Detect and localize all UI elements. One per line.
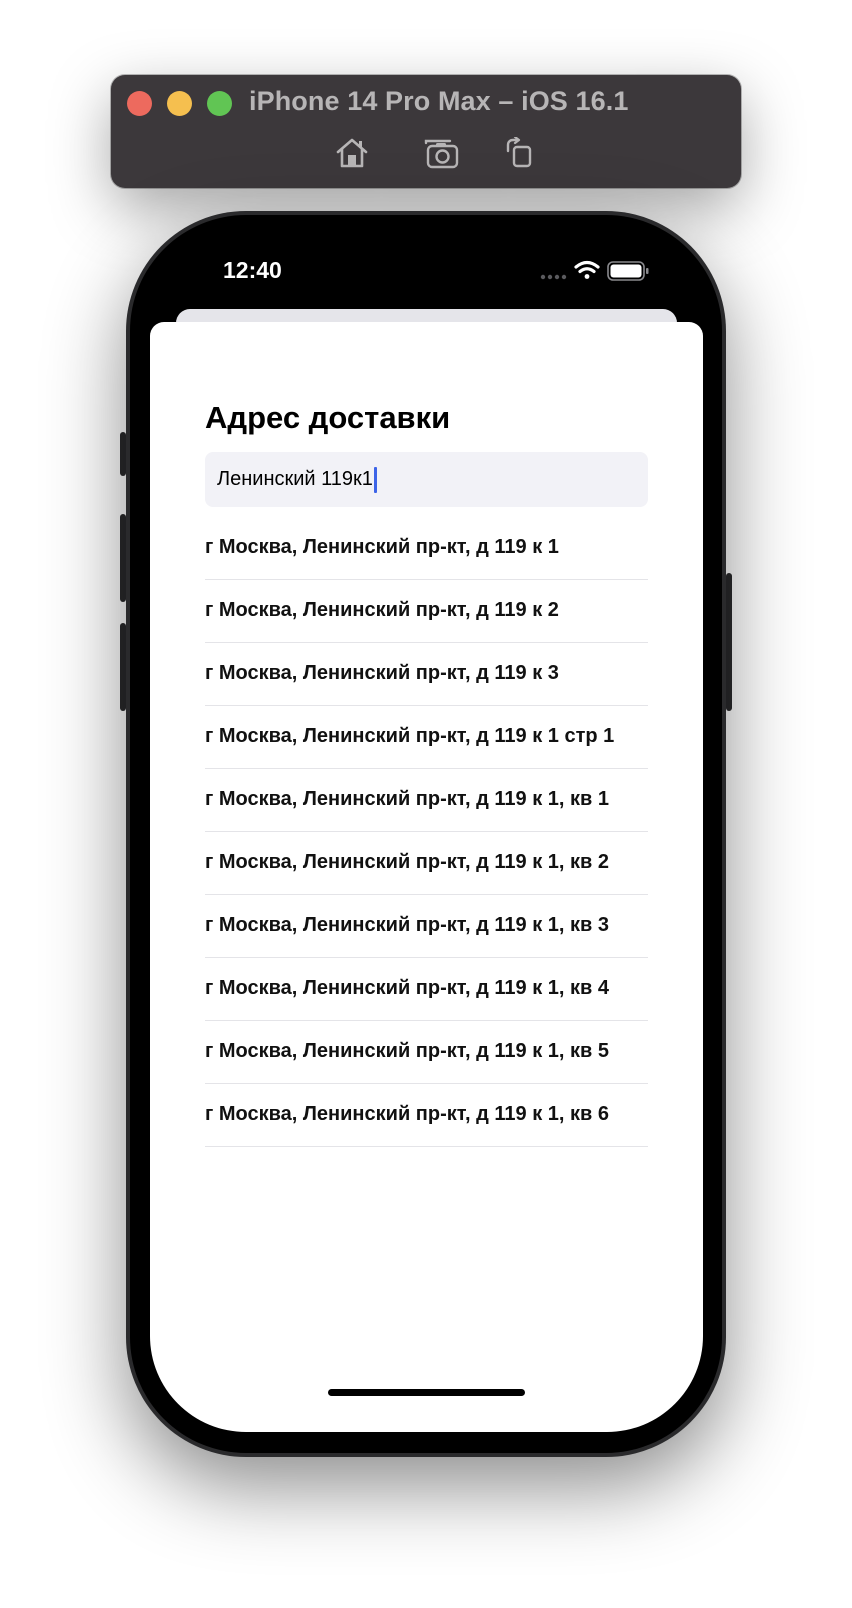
power-button: [726, 573, 732, 711]
rotate-icon: [506, 137, 532, 168]
text-caret: [373, 466, 377, 493]
battery-icon: [607, 261, 649, 281]
address-suggestion[interactable]: г Москва, Ленинский пр-кт, д 119 к 1, кв…: [205, 769, 648, 832]
simulator-title: iPhone 14 Pro Max – iOS 16.1: [249, 86, 629, 116]
address-suggestion[interactable]: г Москва, Ленинский пр-кт, д 119 к 1 стр…: [205, 706, 648, 769]
address-suggestion[interactable]: г Москва, Ленинский пр-кт, д 119 к 1: [205, 517, 648, 580]
address-suggestion[interactable]: г Москва, Ленинский пр-кт, д 119 к 1, кв…: [205, 958, 648, 1021]
close-window-button[interactable]: [127, 91, 152, 116]
signal-dots-icon: [540, 274, 567, 280]
house-icon: [336, 138, 368, 168]
address-suggestion[interactable]: г Москва, Ленинский пр-кт, д 119 к 2: [205, 580, 648, 643]
rotate-button[interactable]: [500, 134, 540, 172]
screenshot-button[interactable]: [421, 134, 461, 172]
home-button[interactable]: [332, 134, 372, 172]
wifi-icon: [574, 260, 600, 279]
page-title: Адрес доставки: [205, 400, 451, 435]
address-search-value[interactable]: Ленинский 119к1: [217, 468, 373, 491]
minimize-window-button[interactable]: [167, 91, 192, 116]
home-indicator[interactable]: [328, 1389, 525, 1396]
address-sheet: Адрес доставки Ленинский 119к1 г Москва,…: [150, 322, 703, 1432]
zoom-window-button[interactable]: [207, 91, 232, 116]
status-icons: [540, 258, 656, 286]
address-suggestion[interactable]: г Москва, Ленинский пр-кт, д 119 к 1, кв…: [205, 895, 648, 958]
status-time: 12:40: [223, 257, 282, 283]
screen: iPhone 14 Pro Max – iOS 16.1 12:40 Адрес…: [0, 0, 852, 1608]
address-suggestion[interactable]: г Москва, Ленинский пр-кт, д 119 к 1, кв…: [205, 1084, 648, 1147]
address-suggestion[interactable]: г Москва, Ленинский пр-кт, д 119 к 1, кв…: [205, 1021, 648, 1084]
address-search-input[interactable]: Ленинский 119к1: [205, 452, 648, 507]
address-suggestion[interactable]: г Москва, Ленинский пр-кт, д 119 к 3: [205, 643, 648, 706]
address-suggestions-list: г Москва, Ленинский пр-кт, д 119 к 1 г М…: [205, 517, 648, 1147]
address-suggestion[interactable]: г Москва, Ленинский пр-кт, д 119 к 1, кв…: [205, 832, 648, 895]
camera-icon: [424, 139, 459, 169]
